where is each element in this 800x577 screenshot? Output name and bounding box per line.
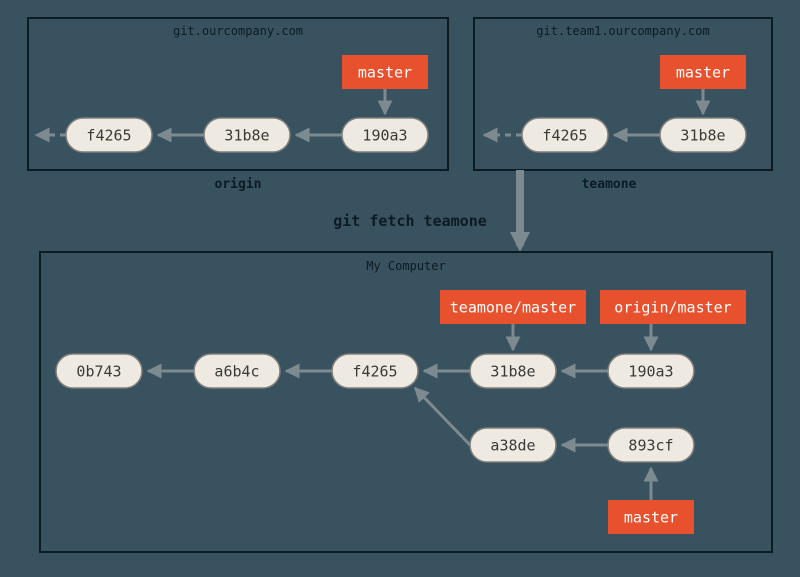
svg-text:190a3: 190a3: [628, 363, 673, 381]
teamone-host: git.team1.ourcompany.com: [536, 24, 709, 38]
diagram-root: git.ourcompany.com master f4265 31b8e 19…: [0, 0, 800, 577]
ref-local-master: master: [608, 500, 694, 534]
commit-31b8e-teamone: 31b8e: [660, 118, 746, 152]
svg-text:190a3: 190a3: [362, 127, 407, 145]
svg-text:f4265: f4265: [352, 363, 397, 381]
commit-893cf: 893cf: [608, 428, 694, 462]
svg-text:origin/master: origin/master: [614, 299, 731, 317]
remote-teamone-panel: git.team1.ourcompany.com master f4265 31…: [474, 18, 772, 170]
commit-f4265: f4265: [332, 354, 418, 388]
svg-text:master: master: [676, 64, 730, 82]
svg-text:f4265: f4265: [542, 127, 587, 145]
svg-text:893cf: 893cf: [628, 437, 673, 455]
commit-a38de: a38de: [470, 428, 556, 462]
commit-f4265-origin: f4265: [66, 118, 152, 152]
svg-text:a38de: a38de: [490, 437, 535, 455]
origin-host: git.ourcompany.com: [173, 24, 303, 38]
teamone-caption: teamone: [582, 177, 637, 192]
commit-31b8e: 31b8e: [470, 354, 556, 388]
svg-text:teamone/master: teamone/master: [450, 299, 576, 317]
remote-origin-panel: git.ourcompany.com master f4265 31b8e 19…: [28, 18, 448, 170]
svg-text:31b8e: 31b8e: [680, 127, 725, 145]
commit-a6b4c: a6b4c: [194, 354, 280, 388]
origin-ref-master: master: [342, 55, 428, 89]
commit-190a3-origin: 190a3: [342, 118, 428, 152]
commit-190a3: 190a3: [608, 354, 694, 388]
svg-text:0b743: 0b743: [76, 363, 121, 381]
svg-text:31b8e: 31b8e: [490, 363, 535, 381]
teamone-ref-master: master: [660, 55, 746, 89]
svg-text:f4265: f4265: [86, 127, 131, 145]
local-title: My Computer: [366, 259, 445, 273]
commit-0b743: 0b743: [56, 354, 142, 388]
fetch-command-label: git fetch teamone: [333, 212, 487, 230]
arrow-a38de-to-f4265: [415, 388, 470, 445]
origin-caption: origin: [215, 177, 262, 192]
commit-31b8e-origin: 31b8e: [204, 118, 290, 152]
svg-text:master: master: [624, 509, 678, 527]
commit-f4265-teamone: f4265: [522, 118, 608, 152]
svg-text:31b8e: 31b8e: [224, 127, 269, 145]
local-panel: My Computer teamone/master origin/master…: [40, 252, 772, 552]
svg-text:a6b4c: a6b4c: [214, 363, 259, 381]
svg-text:master: master: [358, 64, 412, 82]
ref-teamone-master: teamone/master: [440, 290, 586, 324]
ref-origin-master: origin/master: [600, 290, 746, 324]
